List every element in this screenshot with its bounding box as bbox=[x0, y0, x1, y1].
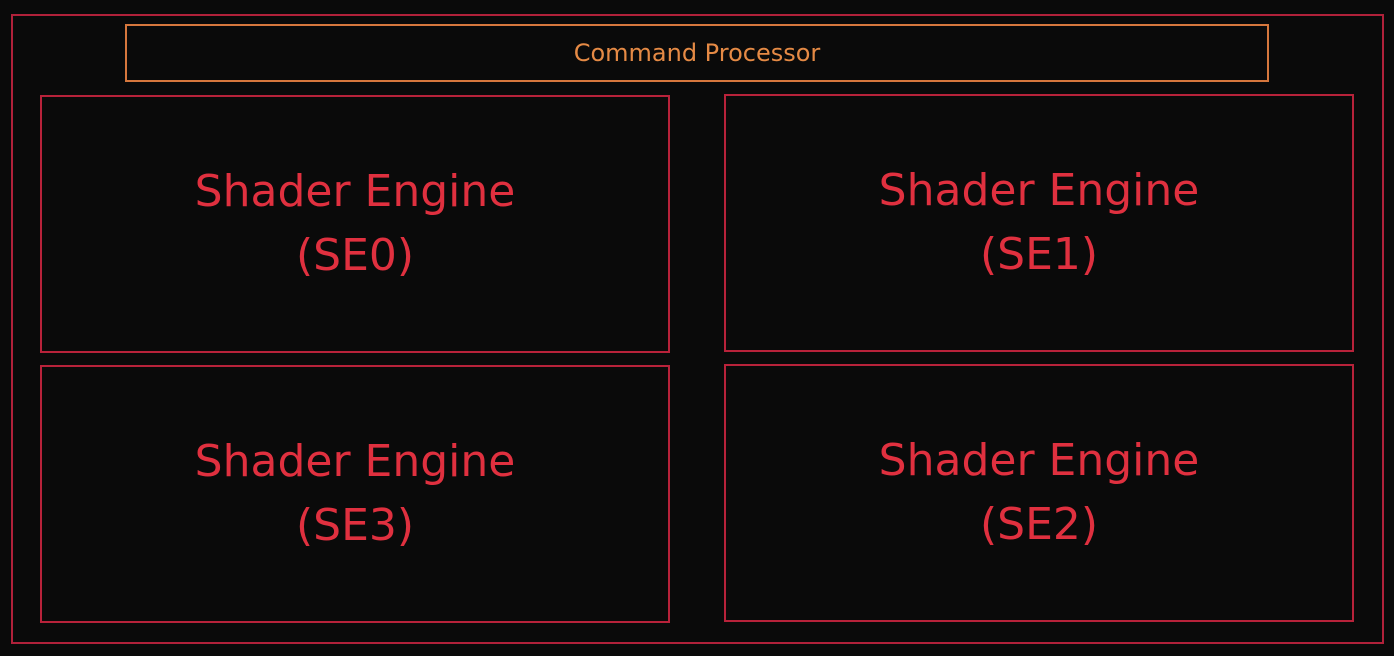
shader-engine-id: (SE1) bbox=[979, 229, 1099, 280]
command-processor-block: Command Processor bbox=[125, 24, 1269, 82]
shader-engine-se2: Shader Engine (SE2) bbox=[724, 364, 1354, 622]
shader-engine-id: (SE3) bbox=[295, 500, 415, 551]
shader-engine-title: Shader Engine bbox=[878, 165, 1200, 216]
shader-engine-se0: Shader Engine (SE0) bbox=[40, 95, 670, 353]
shader-engine-title: Shader Engine bbox=[194, 166, 516, 217]
shader-engine-id: (SE0) bbox=[295, 230, 415, 281]
shader-engine-id: (SE2) bbox=[979, 499, 1099, 550]
shader-engine-title: Shader Engine bbox=[878, 435, 1200, 486]
shader-engine-se3: Shader Engine (SE3) bbox=[40, 365, 670, 623]
command-processor-label: Command Processor bbox=[573, 39, 821, 67]
shader-engine-se1: Shader Engine (SE1) bbox=[724, 94, 1354, 352]
shader-engine-title: Shader Engine bbox=[194, 436, 516, 487]
